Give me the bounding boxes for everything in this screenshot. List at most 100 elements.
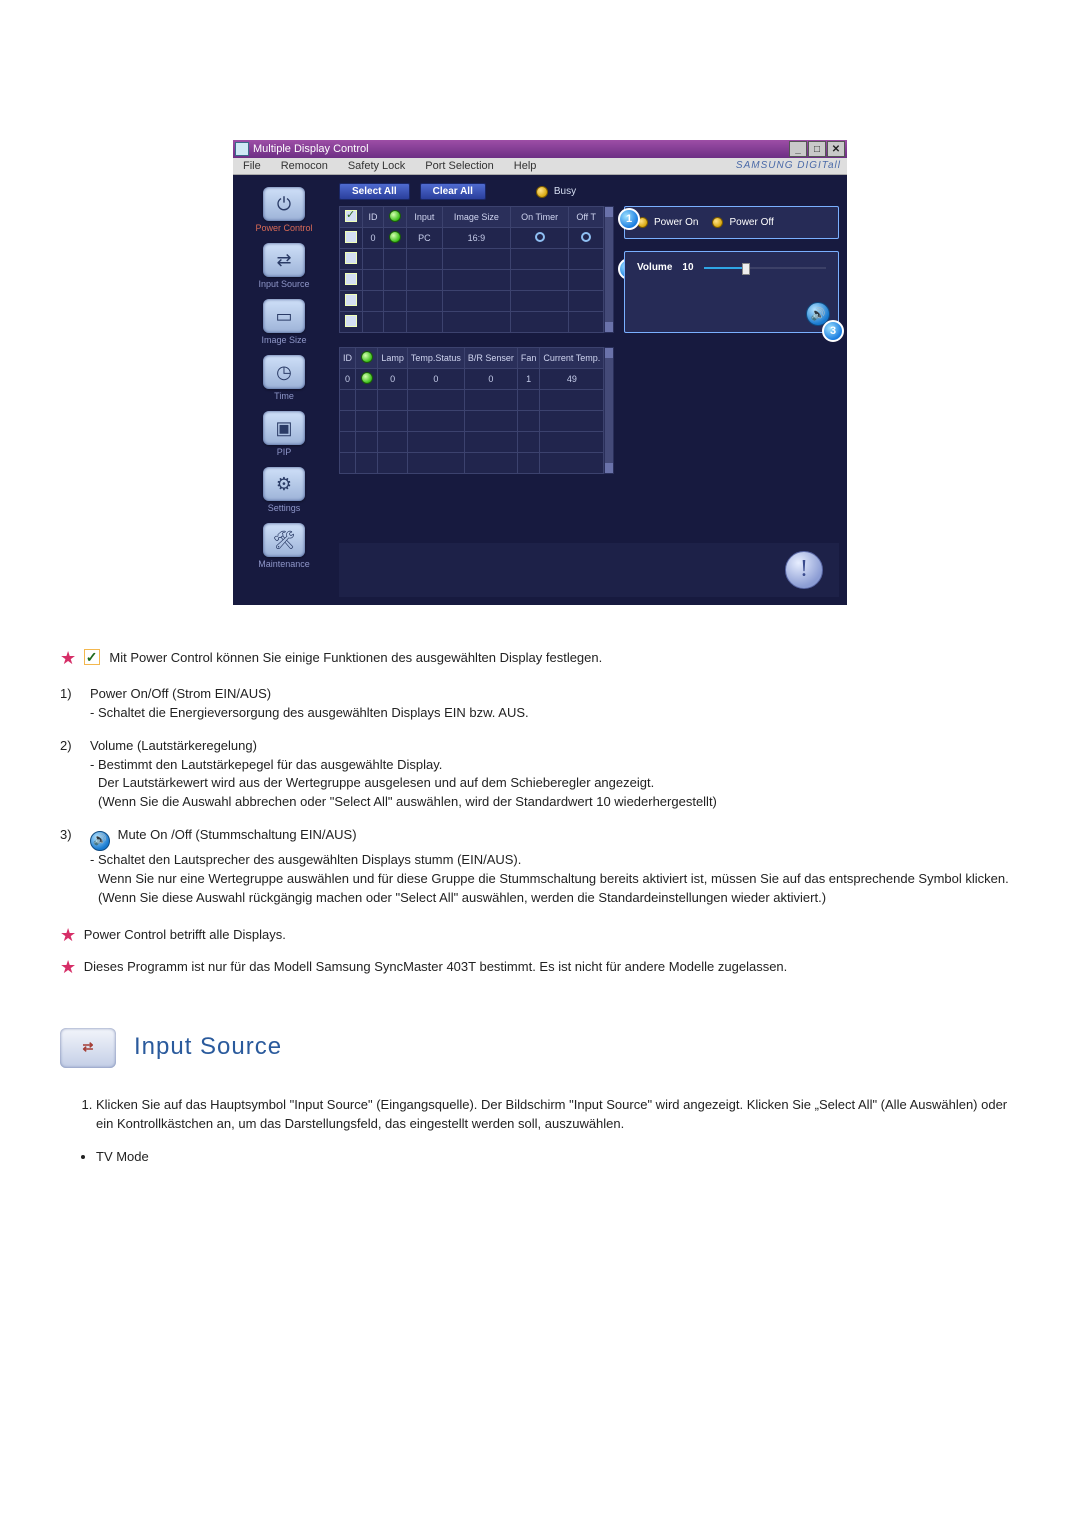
col-off-timer: Off T xyxy=(569,207,604,228)
section-title: Input Source xyxy=(134,1030,282,1065)
item-title: Mute On /Off (Stummschaltung EIN/AUS) xyxy=(118,827,357,842)
item-title: Volume (Lautstärkeregelung) xyxy=(90,737,717,756)
row-checkbox[interactable] xyxy=(345,294,357,306)
row-checkbox[interactable] xyxy=(345,252,357,264)
volume-panel: Volume 10 🔊 3 xyxy=(624,251,839,333)
item-number: 1) xyxy=(60,685,82,723)
menu-safety-lock[interactable]: Safety Lock xyxy=(338,158,415,174)
col-id: ID xyxy=(363,207,384,228)
power-on-button[interactable]: Power On xyxy=(654,217,698,228)
minimize-button[interactable]: _ xyxy=(789,141,807,157)
col-on-timer: On Timer xyxy=(511,207,569,228)
menu-file[interactable]: File xyxy=(233,158,271,174)
star-icon: ★ xyxy=(60,957,76,977)
alert-icon: ! xyxy=(785,551,823,589)
menu-help[interactable]: Help xyxy=(504,158,547,174)
gear-icon: ⚙ xyxy=(263,467,305,501)
busy-dot-icon xyxy=(536,186,548,198)
busy-label: Busy xyxy=(554,186,576,197)
sidebar-item-image-size[interactable]: ▭ Image Size xyxy=(243,295,325,347)
row-checkbox[interactable] xyxy=(345,231,357,243)
row-checkbox[interactable] xyxy=(345,273,357,285)
col-image-size: Image Size xyxy=(442,207,511,228)
menu-bar: File Remocon Safety Lock Port Selection … xyxy=(233,158,847,175)
power-icon: ⏻ xyxy=(263,187,305,221)
col-temp-status: Temp.Status xyxy=(407,348,464,369)
sidebar-item-label: Input Source xyxy=(258,279,309,289)
note-1: ★ Power Control betrifft alle Displays. xyxy=(60,922,1020,948)
brand-label: SAMSUNG DIGITall xyxy=(730,158,847,174)
star-icon: ★ xyxy=(60,648,76,668)
sidebar-item-label: Time xyxy=(274,391,294,401)
time-icon: ◷ xyxy=(263,355,305,389)
sidebar-item-label: Settings xyxy=(268,503,301,513)
sidebar-item-settings[interactable]: ⚙ Settings xyxy=(243,463,325,515)
sidebar-item-power-control[interactable]: ⏻ Power Control xyxy=(243,183,325,235)
menu-remocon[interactable]: Remocon xyxy=(271,158,338,174)
window-title: Multiple Display Control xyxy=(253,143,369,155)
app-window: Multiple Display Control _ □ ✕ File Remo… xyxy=(233,140,847,605)
select-all-button[interactable]: Select All xyxy=(339,183,410,200)
table-row[interactable]: 0 0 0 0 1 49 xyxy=(340,369,604,390)
input-source-icon: ⇄ xyxy=(263,243,305,277)
volume-slider[interactable] xyxy=(704,265,826,271)
scrollbar[interactable] xyxy=(604,347,614,474)
sidebar-item-pip[interactable]: ▣ PIP xyxy=(243,407,325,459)
busy-indicator: Busy xyxy=(536,186,576,198)
cell-id: 0 xyxy=(340,369,356,390)
status-table: ID Lamp Temp.Status B/R Senser Fan Curre… xyxy=(339,347,604,474)
app-icon xyxy=(235,142,249,156)
status-icon xyxy=(361,372,373,384)
item-line: (Wenn Sie diese Auswahl rückgängig mache… xyxy=(90,889,1009,908)
sidebar-item-label: Image Size xyxy=(261,335,306,345)
status-icon xyxy=(389,231,401,243)
note-text: Dieses Programm ist nur für das Modell S… xyxy=(84,959,788,974)
row-checkbox[interactable] xyxy=(345,315,357,327)
scrollbar[interactable] xyxy=(604,206,614,333)
pip-icon: ▣ xyxy=(263,411,305,445)
section-bullet-list: TV Mode xyxy=(60,1148,1020,1167)
sidebar-item-label: Maintenance xyxy=(258,559,310,569)
col-id: ID xyxy=(340,348,356,369)
power-off-button[interactable]: Power Off xyxy=(729,217,773,228)
power-panel: Power On Power Off xyxy=(624,206,839,239)
col-current-temp: Current Temp. xyxy=(540,348,604,369)
maintenance-icon: 🛠 xyxy=(263,523,305,557)
scroll-up-icon[interactable] xyxy=(605,348,613,358)
status-icon xyxy=(361,351,373,363)
volume-value: 10 xyxy=(682,262,693,273)
close-button[interactable]: ✕ xyxy=(827,141,845,157)
item-line: (Wenn Sie die Auswahl abbrechen oder "Se… xyxy=(90,793,717,812)
bullet-item: TV Mode xyxy=(96,1148,1020,1167)
cell-id: 0 xyxy=(363,228,384,249)
col-br-sensor: B/R Senser xyxy=(464,348,517,369)
callout-1: 1 xyxy=(618,208,640,230)
cell-temp-status: 0 xyxy=(407,369,464,390)
cell-br: 0 xyxy=(464,369,517,390)
display-table: ID Input Image Size On Timer Off T 0 xyxy=(339,206,604,333)
sidebar-item-maintenance[interactable]: 🛠 Maintenance xyxy=(243,519,325,571)
col-lamp: Lamp xyxy=(378,348,408,369)
menu-port-selection[interactable]: Port Selection xyxy=(415,158,503,174)
cell-fan: 1 xyxy=(517,369,540,390)
volume-label: Volume xyxy=(637,262,672,273)
list-item-2: 2) Volume (Lautstärkeregelung) - Bestimm… xyxy=(60,737,1020,812)
table-row[interactable]: 0 PC 16:9 xyxy=(340,228,604,249)
header-checkbox[interactable] xyxy=(345,210,357,222)
scroll-down-icon[interactable] xyxy=(605,322,613,332)
section-paragraph: Klicken Sie auf das Hauptsymbol "Input S… xyxy=(96,1096,1020,1134)
slider-handle[interactable] xyxy=(742,263,750,275)
input-source-section-icon: ⇄ xyxy=(60,1028,116,1068)
item-number: 2) xyxy=(60,737,82,812)
maximize-button[interactable]: □ xyxy=(808,141,826,157)
clear-all-button[interactable]: Clear All xyxy=(420,183,486,200)
sidebar-item-time[interactable]: ◷ Time xyxy=(243,351,325,403)
intro-line: ★ Mit Power Control können Sie einige Fu… xyxy=(60,645,1020,671)
sidebar-item-input-source[interactable]: ⇄ Input Source xyxy=(243,239,325,291)
status-icon xyxy=(389,210,401,222)
title-bar: Multiple Display Control _ □ ✕ xyxy=(233,140,847,158)
item-number: 3) xyxy=(60,826,82,908)
scroll-down-icon[interactable] xyxy=(605,463,613,473)
power-off-dot-icon xyxy=(712,217,723,228)
scroll-up-icon[interactable] xyxy=(605,207,613,217)
